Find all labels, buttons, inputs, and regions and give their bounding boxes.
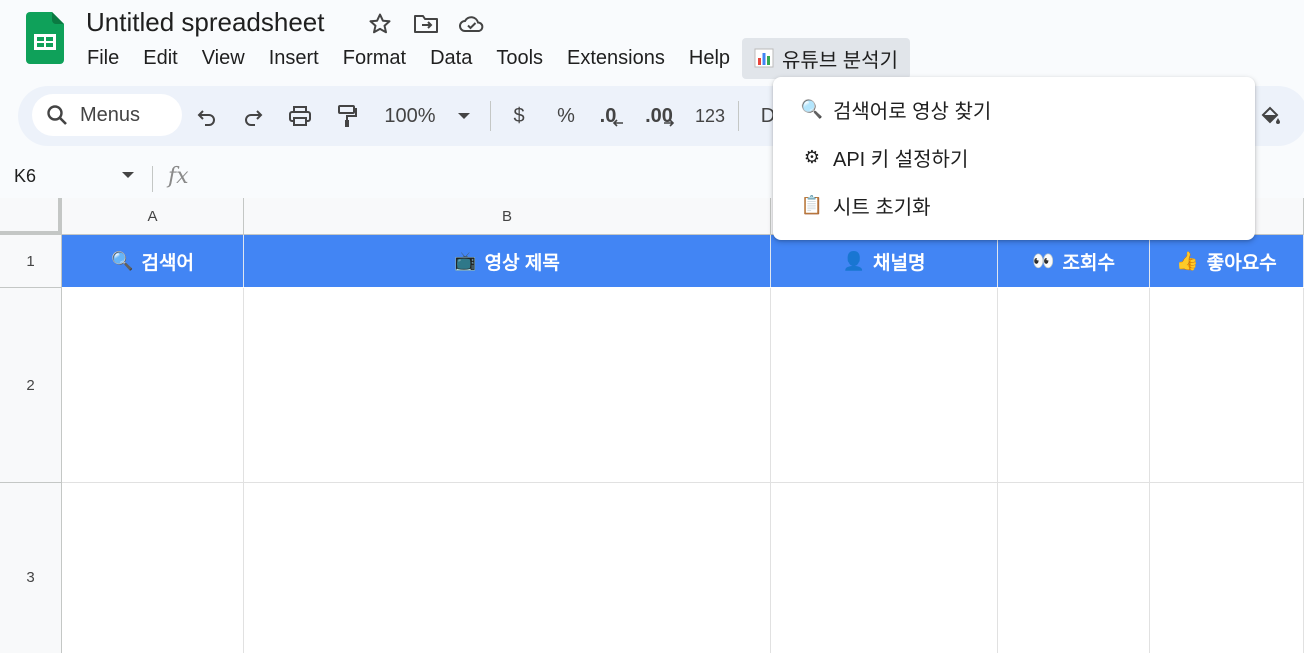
menu-youtube-analyzer[interactable]: 유튜브 분석기 (742, 37, 910, 79)
cell-a3[interactable] (62, 483, 244, 653)
cell-b3[interactable] (244, 483, 771, 653)
menu-data[interactable]: Data (418, 41, 484, 76)
zoom-dropdown-icon[interactable] (454, 98, 474, 134)
print-icon[interactable] (286, 98, 314, 134)
menu-extensions[interactable]: Extensions (555, 41, 677, 76)
title-actions (366, 10, 486, 38)
header-cell-search-term[interactable]: 🔍 검색어 (62, 235, 244, 287)
menu-insert[interactable]: Insert (257, 41, 331, 76)
move-folder-icon[interactable] (412, 10, 440, 38)
arrow-right-icon (663, 119, 675, 127)
magnifier-icon: 🔍 (111, 250, 134, 272)
cell-d3[interactable] (998, 483, 1150, 653)
eyes-icon: 👀 (1032, 250, 1055, 272)
menu-format[interactable]: Format (331, 41, 418, 76)
sheets-logo-icon[interactable] (26, 12, 64, 64)
cloud-status-icon[interactable] (458, 10, 486, 38)
menu-file[interactable]: File (75, 41, 131, 76)
menu-edit[interactable]: Edit (131, 41, 189, 76)
header-label: 영상 제목 (484, 252, 560, 274)
sheets-app: Untitled spreadsheet File Edit View Inse… (0, 0, 1304, 653)
name-box-dropdown-icon[interactable] (121, 170, 135, 180)
thumbs-up-icon: 👍 (1176, 250, 1199, 272)
header-label: 조회수 (1062, 252, 1115, 274)
menu-tools[interactable]: Tools (484, 41, 555, 76)
youtube-analyzer-dropdown: 🔍 검색어로 영상 찾기 ⚙ API 키 설정하기 📋 시트 초기화 (773, 77, 1255, 240)
search-menus-input[interactable]: Menus (32, 94, 182, 136)
tv-icon: 📺 (454, 250, 477, 272)
arrow-left-icon (613, 119, 624, 127)
menu-option-label: 시트 초기화 (833, 196, 931, 219)
header-label: 좋아요수 (1206, 252, 1277, 274)
header-cell-likes[interactable]: 👍 좋아요수 (1150, 235, 1304, 287)
cell-d2[interactable] (998, 288, 1150, 483)
document-title[interactable]: Untitled spreadsheet (86, 7, 324, 38)
cell-b2[interactable] (244, 288, 771, 483)
header-label: 검색어 (141, 252, 194, 274)
fill-color-icon[interactable] (1256, 98, 1284, 134)
menu-option-search-videos[interactable]: 🔍 검색어로 영상 찾기 (773, 85, 1255, 133)
star-icon[interactable] (366, 10, 394, 38)
gear-icon: ⚙ (803, 146, 821, 168)
menu-view[interactable]: View (190, 41, 257, 76)
undo-icon[interactable] (194, 98, 220, 134)
formula-divider (152, 166, 153, 192)
column-header-a[interactable]: A (62, 198, 244, 235)
menu-youtube-analyzer-label: 유튜브 분석기 (782, 49, 898, 72)
paint-format-icon[interactable] (334, 98, 360, 134)
cell-e3[interactable] (1150, 483, 1304, 653)
more-formats-button[interactable]: 123 (692, 98, 728, 134)
row-header-3[interactable]: 3 (0, 483, 62, 653)
increase-decimal-button[interactable]: .00 (642, 98, 678, 134)
menu-option-api-key-settings[interactable]: ⚙ API 키 설정하기 (773, 133, 1255, 181)
spreadsheet-grid: A B 1 2 3 🔍 검색어 📺 영상 제목 👤 채널명 👀 조회수 👍 좋아… (0, 198, 1304, 653)
currency-format-button[interactable]: $ (506, 98, 532, 134)
header-cell-views[interactable]: 👀 조회수 (998, 235, 1150, 287)
header-cell-video-title[interactable]: 📺 영상 제목 (244, 235, 771, 287)
name-box[interactable]: K6 (14, 166, 36, 187)
menu-option-label: API 키 설정하기 (833, 148, 969, 171)
clipboard-icon: 📋 (800, 194, 824, 216)
zoom-select[interactable]: 100% (380, 98, 440, 134)
column-header-b[interactable]: B (244, 198, 771, 235)
bar-chart-icon (754, 48, 774, 68)
toolbar-divider (738, 101, 739, 131)
cell-a2[interactable] (62, 288, 244, 483)
row-header-2[interactable]: 2 (0, 288, 62, 483)
magnifier-icon: 🔍 (800, 98, 824, 120)
menu-option-reset-sheet[interactable]: 📋 시트 초기화 (773, 181, 1255, 229)
menu-option-label: 검색어로 영상 찾기 (833, 100, 992, 123)
percent-format-button[interactable]: % (552, 98, 580, 134)
menu-bar: File Edit View Insert Format Data Tools … (75, 37, 910, 79)
header-label: 채널명 (872, 252, 926, 274)
fx-icon: fx (168, 164, 189, 189)
toolbar-divider (490, 101, 491, 131)
cell-c3[interactable] (771, 483, 998, 653)
search-icon (47, 105, 67, 125)
redo-icon[interactable] (240, 98, 266, 134)
decrease-decimal-button[interactable]: .0 (596, 98, 628, 134)
cell-e2[interactable] (1150, 288, 1304, 483)
row-header-1[interactable]: 1 (0, 235, 62, 288)
select-all-corner[interactable] (0, 198, 62, 235)
header-cell-channel-name[interactable]: 👤 채널명 (771, 235, 998, 287)
search-menus-label: Menus (80, 103, 141, 126)
cell-c2[interactable] (771, 288, 998, 483)
menu-help[interactable]: Help (677, 41, 742, 76)
person-icon: 👤 (842, 250, 865, 272)
